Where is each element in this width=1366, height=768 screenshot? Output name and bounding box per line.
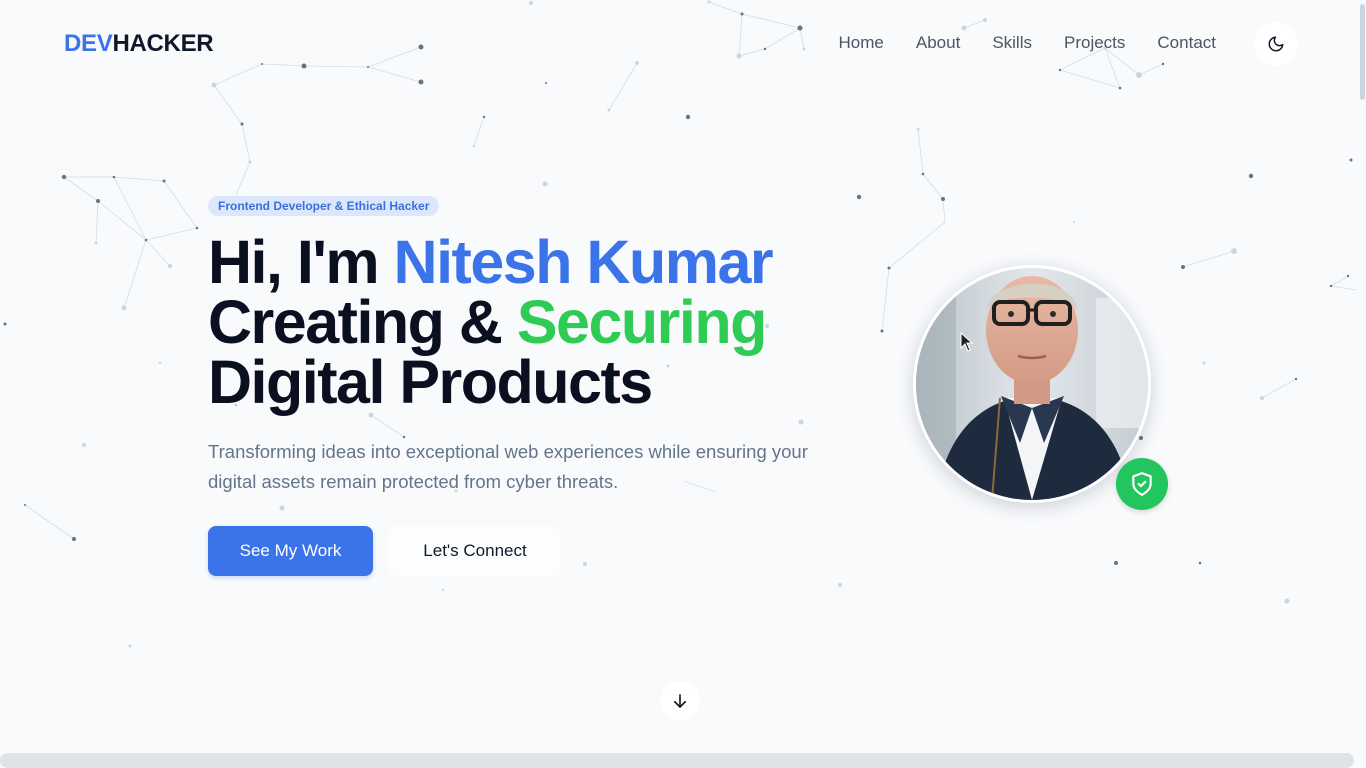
nav-projects[interactable]: Projects xyxy=(1064,33,1125,53)
see-my-work-button[interactable]: See My Work xyxy=(208,526,373,576)
nav-about[interactable]: About xyxy=(916,33,960,53)
theme-toggle-button[interactable] xyxy=(1254,22,1298,66)
mouse-cursor xyxy=(960,332,974,352)
security-badge xyxy=(1116,458,1168,510)
hero-subtitle: Transforming ideas into exceptional web … xyxy=(208,441,808,492)
shield-check-icon xyxy=(1132,472,1152,496)
securing-highlight: Securing xyxy=(516,288,768,356)
site-header: DEVHACKER Home About Skills Projects Con… xyxy=(0,0,1366,88)
nav-contact[interactable]: Contact xyxy=(1157,33,1216,53)
main-nav: Home About Skills Projects Contact xyxy=(839,33,1216,53)
nav-skills[interactable]: Skills xyxy=(992,33,1032,53)
lets-connect-button[interactable]: Let's Connect xyxy=(389,526,561,576)
hero-headline: Hi, I'm Nitesh Kumar Creating & Securing… xyxy=(208,232,774,416)
headline-line-2: Creating & Securing xyxy=(208,292,772,353)
vertical-scrollbar[interactable] xyxy=(1360,4,1365,100)
name-highlight: Nitesh Kumar xyxy=(393,228,774,296)
moon-icon xyxy=(1268,36,1284,52)
logo-hacker: HACKER xyxy=(112,30,214,57)
logo[interactable]: DEVHACKER xyxy=(64,30,214,58)
role-badge: Frontend Developer & Ethical Hacker xyxy=(208,196,440,216)
horizontal-scrollbar[interactable] xyxy=(0,753,1354,768)
creating-text: Creating & xyxy=(208,288,517,356)
headline-line-3: Digital Products xyxy=(208,348,653,416)
nav-home[interactable]: Home xyxy=(839,33,884,53)
arrow-down-icon xyxy=(673,694,687,708)
greeting-text: Hi, I'm xyxy=(208,228,394,296)
profile-photo-frame xyxy=(913,265,1151,503)
scroll-down-button[interactable] xyxy=(660,681,700,721)
headline-line-1: Hi, I'm Nitesh Kumar xyxy=(208,232,774,293)
logo-dev: DEV xyxy=(64,30,113,57)
profile-photo xyxy=(916,268,1148,500)
